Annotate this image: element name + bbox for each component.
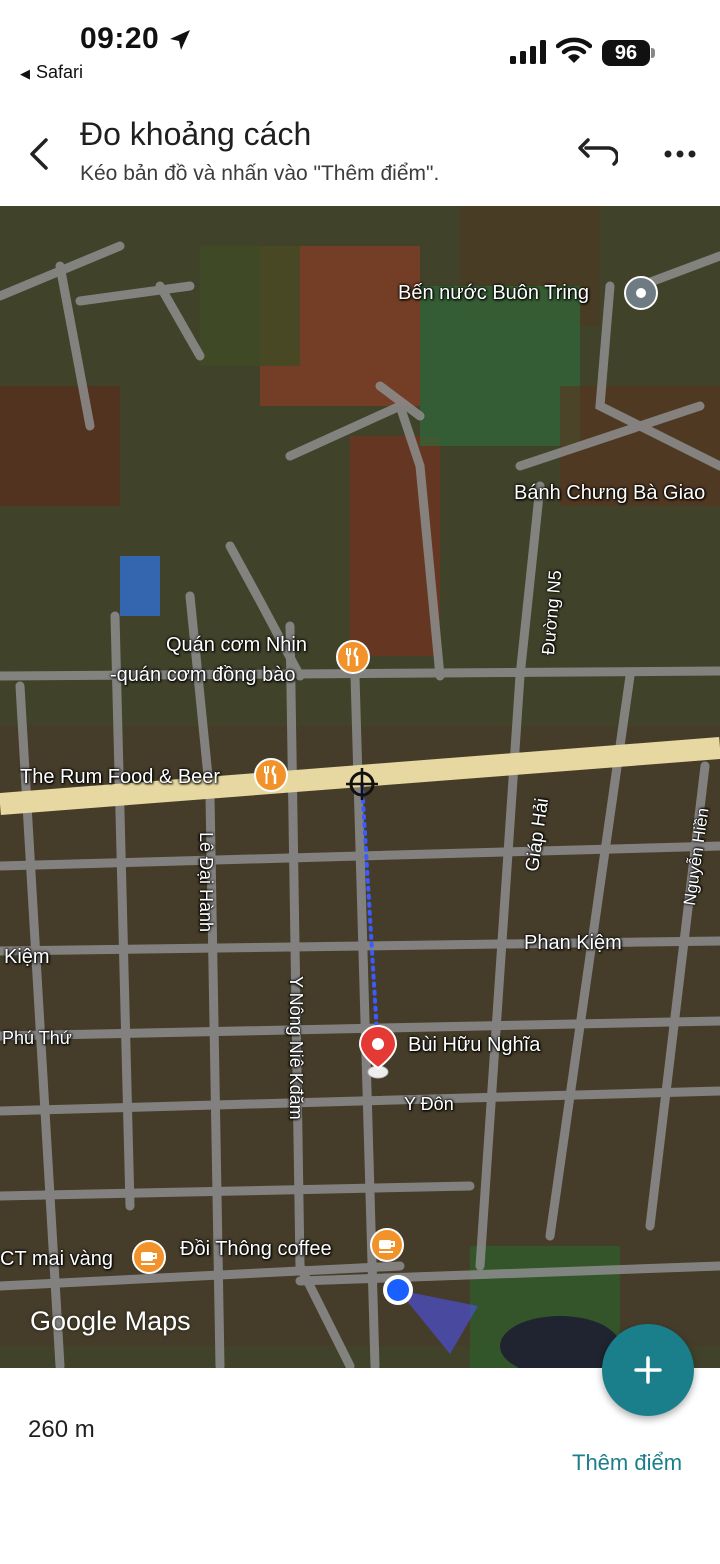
status-time: 09:20 (80, 22, 160, 55)
add-point-label[interactable]: Thêm điểm (572, 1450, 682, 1476)
restaurant-quan-com-icon[interactable] (336, 640, 370, 674)
place-label-ben-nuoc[interactable]: Bến nước Buôn Tring (398, 282, 589, 305)
battery-nub (651, 48, 655, 58)
location-arrow-icon (170, 30, 190, 50)
street-label-y-don: Y Đôn (404, 1094, 454, 1114)
back-triangle-icon: ◀ (20, 66, 30, 81)
back-button[interactable] (18, 134, 58, 174)
google-maps-logo: Google Maps (30, 1306, 191, 1337)
coffee-cup-icon (379, 1240, 395, 1253)
page-subtitle: Kéo bản đồ và nhấn vào "Thêm điểm". (80, 162, 440, 185)
crosshair-icon (346, 768, 378, 800)
google-logo-text: Google (30, 1306, 118, 1336)
status-bar: 09:20 ◀ Safari 96 (0, 0, 720, 96)
back-to-app-link[interactable]: ◀ Safari (20, 62, 83, 83)
street-label-phan-kiem: Phan Kiệm (524, 932, 622, 954)
place-label-ct-mai-vang[interactable]: CT mai vàng (0, 1248, 113, 1271)
red-location-pin-icon[interactable] (358, 1024, 398, 1080)
battery-indicator: 96 (602, 40, 650, 66)
cafe-doi-thong-icon[interactable] (370, 1228, 404, 1262)
cafe-ct-mai-vang-icon[interactable] (132, 1240, 166, 1274)
undo-icon[interactable] (574, 136, 618, 172)
place-label-quan-com-2[interactable]: -quán cơm đồng bào (110, 664, 295, 687)
street-label-kiem: Kiệm (4, 946, 50, 968)
blue-dot-icon (383, 1275, 413, 1305)
fork-knife-icon (264, 765, 277, 784)
landmark-icon (636, 288, 646, 298)
plus-icon (634, 1356, 662, 1384)
chevron-left-icon (30, 138, 48, 170)
wifi-icon (556, 37, 592, 63)
satellite-map[interactable]: Bến nước Buôn Tring Bánh Chưng Bà Giao Q… (0, 206, 720, 1368)
fork-knife-icon (346, 647, 359, 666)
place-pin-icon[interactable] (624, 276, 658, 310)
street-label-le-dai-hanh: Lê Đại Hành (196, 832, 216, 933)
distance-readout: 260 m (28, 1416, 95, 1443)
maps-logo-text: Maps (124, 1306, 191, 1336)
street-label-phu-thu: Phú Thứ (2, 1028, 72, 1048)
cellular-signal-icon (510, 40, 546, 64)
street-label-y-nong: Y Nông Niê Kđăm (286, 976, 306, 1120)
coffee-cup-icon (141, 1252, 157, 1265)
page-title: Đo khoảng cách (80, 116, 312, 152)
back-app-label: Safari (36, 62, 84, 82)
place-label-bui-huu-nghia[interactable]: Bùi Hữu Nghĩa (408, 1034, 540, 1057)
app-header: Đo khoảng cách Kéo bản đồ và nhấn vào "T… (0, 96, 720, 206)
place-label-doi-thong[interactable]: Đồi Thông coffee (180, 1238, 332, 1261)
add-point-button[interactable] (602, 1324, 694, 1416)
place-label-rum-food[interactable]: The Rum Food & Beer (20, 766, 220, 789)
place-label-quan-com-1[interactable]: Quán cơm Nhin (166, 634, 307, 657)
restaurant-rum-icon[interactable] (254, 758, 288, 792)
place-label-banh-chung[interactable]: Bánh Chưng Bà Giao (514, 482, 705, 505)
more-options-icon[interactable] (658, 136, 702, 172)
